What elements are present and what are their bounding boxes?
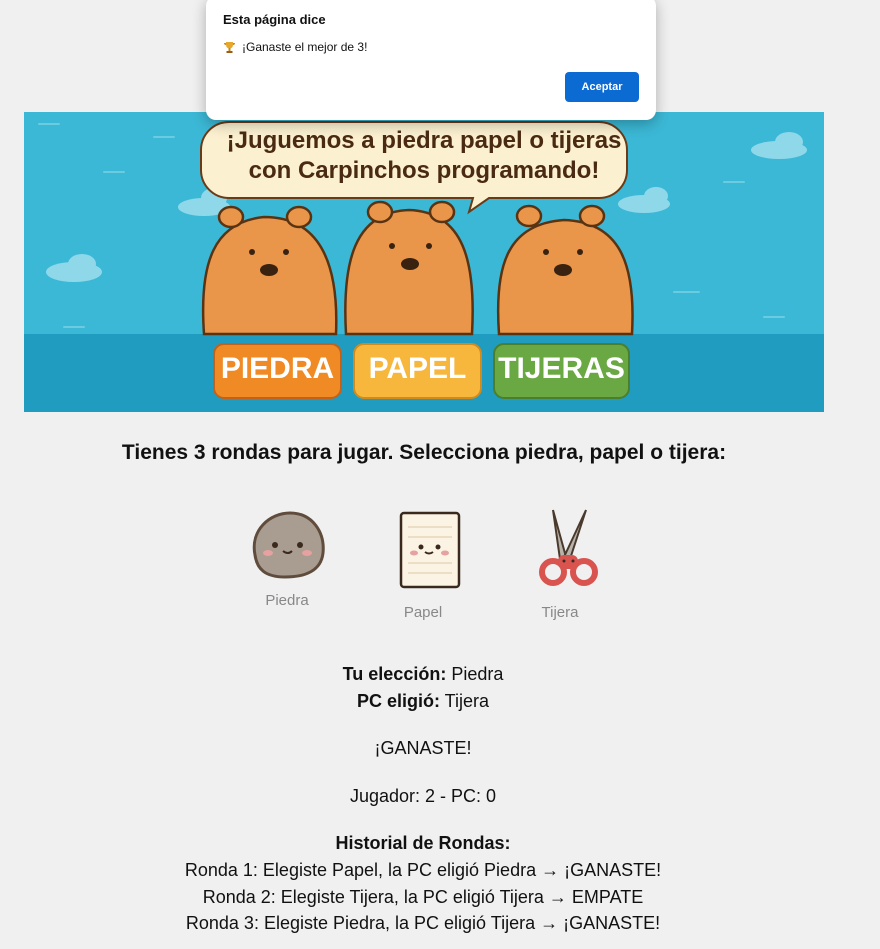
- choice-label-tijera: Tijera: [541, 604, 579, 621]
- accept-button[interactable]: Aceptar: [565, 72, 639, 102]
- banner-title: ¡Juguemos a piedra papel o tijeras con C…: [174, 126, 674, 186]
- alert-dialog: Esta página dice ¡Ganaste el mejor de 3!…: [206, 0, 656, 120]
- score-text: Jugador: 2 - PC: 0: [349, 786, 497, 806]
- banner-button-tijeras: TIJERAS: [498, 352, 625, 385]
- banner-button-piedra: PIEDRA: [220, 352, 335, 385]
- your-choice-value: Piedra: [451, 664, 504, 684]
- outcome-text: ¡GANASTE!: [374, 738, 472, 758]
- choice-label-papel: Papel: [403, 604, 443, 621]
- choice-tijera[interactable]: Tijera: [510, 505, 610, 621]
- instructions-text: Tienes 3 rondas para jugar. Selecciona p…: [121, 441, 727, 464]
- history-round-2: Ronda 2: Elegiste Tijera, la PC eligió T…: [202, 887, 644, 907]
- banner-title-line2: con Carpinchos programando!: [248, 157, 600, 184]
- banner-button-papel: PAPEL: [368, 352, 467, 385]
- choice-piedra[interactable]: Piedra: [237, 505, 337, 609]
- your-choice-label: Tu elección:: [342, 664, 447, 684]
- your-choice-line: Tu elección: Piedra: [0, 664, 846, 685]
- rock-icon: [245, 511, 329, 583]
- scissors-icon: [518, 509, 602, 595]
- banner-title-line1: ¡Juguemos a piedra papel o tijeras: [226, 127, 622, 154]
- dialog-message-text: ¡Ganaste el mejor de 3!: [242, 40, 368, 54]
- dialog-title: Esta página dice: [223, 12, 326, 27]
- history-title: Historial de Rondas:: [0, 833, 846, 854]
- pc-choice-value: Tijera: [444, 691, 490, 711]
- paper-icon: [381, 511, 465, 595]
- history-round-3: Ronda 3: Elegiste Piedra, la PC eligió T…: [185, 913, 661, 933]
- dialog-message: ¡Ganaste el mejor de 3!: [223, 40, 367, 54]
- history-title-text: Historial de Rondas:: [335, 833, 511, 853]
- choice-papel[interactable]: Papel: [373, 505, 473, 621]
- pc-choice-label: PC eligió:: [356, 691, 440, 711]
- pc-choice-line: PC eligió: Tijera: [0, 691, 846, 712]
- choice-label-piedra: Piedra: [265, 592, 309, 609]
- trophy-icon: [223, 41, 236, 54]
- game-banner: ¡Juguemos a piedra papel o tijeras con C…: [24, 112, 824, 412]
- history-round-1: Ronda 1: Elegiste Papel, la PC eligió Pi…: [184, 860, 662, 880]
